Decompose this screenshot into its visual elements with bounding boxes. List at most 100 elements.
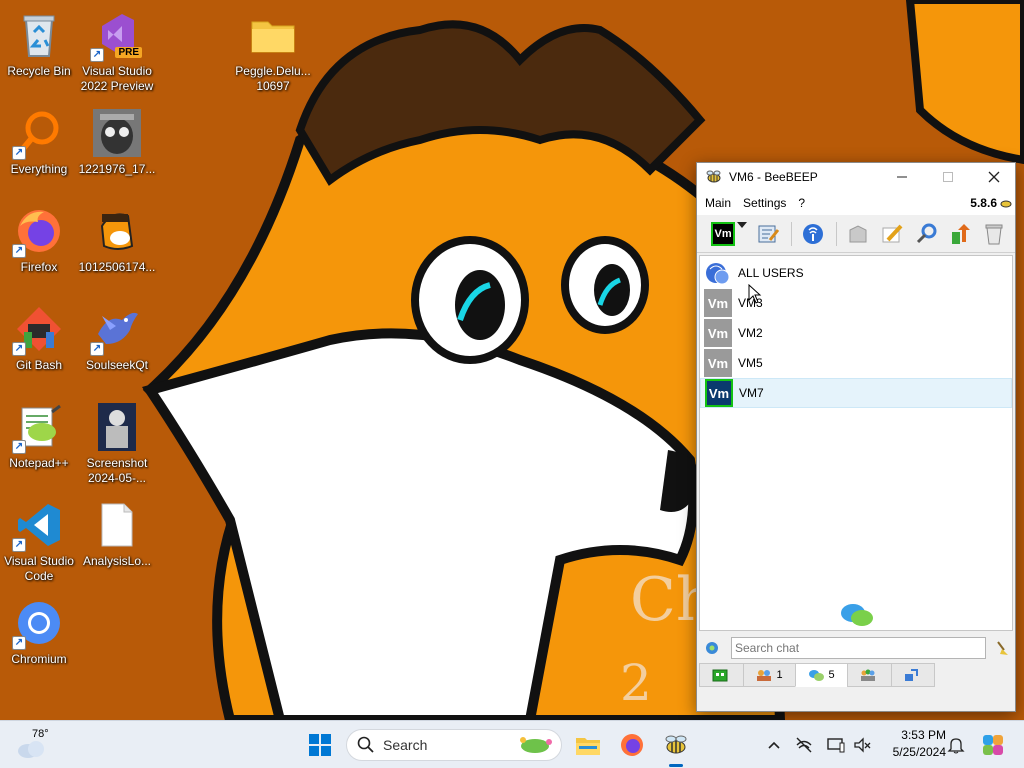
profile-edit-icon xyxy=(758,225,780,242)
desktop-icon-label: AnalysisLo... xyxy=(82,554,152,568)
desktop-icon-chromium[interactable]: ↗ Chromium xyxy=(0,592,78,686)
shortcut-arrow-icon: ↗ xyxy=(12,440,26,454)
window-titlebar[interactable]: VM6 - BeeBEEP xyxy=(697,163,1015,191)
search-chat-input[interactable] xyxy=(731,637,986,659)
toolbar: Vm xyxy=(697,215,1015,253)
everything-search-icon: ↗ xyxy=(12,108,64,160)
chat-box-button[interactable] xyxy=(845,220,871,248)
desktop-icon-label: Peggle.Delu... 10697 xyxy=(235,64,311,93)
bottom-tabs: 1 5 xyxy=(699,663,935,687)
maximize-button[interactable] xyxy=(925,163,971,191)
chromium-icon: ↗ xyxy=(12,598,64,650)
trash-button[interactable] xyxy=(981,220,1007,248)
desktop-icon-label: Recycle Bin xyxy=(7,64,71,78)
chevron-up-icon[interactable] xyxy=(764,735,784,755)
copilot-icon[interactable] xyxy=(980,732,1006,758)
system-clock[interactable]: 3:53 PM 5/25/2024 xyxy=(880,727,946,761)
desktop-icon-label: 1012506174... xyxy=(78,260,156,274)
share-button[interactable] xyxy=(947,220,973,248)
desktop-icon-label: SoulseekQt xyxy=(85,358,149,372)
taskbar-beebeep[interactable] xyxy=(660,729,692,767)
user-row[interactable]: Vm VM3 xyxy=(700,288,1012,318)
user-name: VM7 xyxy=(739,386,764,400)
menu-main[interactable]: Main xyxy=(705,196,731,210)
toolbar-separator xyxy=(836,221,837,246)
file-explorer-icon xyxy=(576,738,600,755)
network-button[interactable] xyxy=(800,220,826,248)
user-row-selected[interactable]: Vm VM7 xyxy=(700,378,1012,408)
user-name: VM5 xyxy=(738,356,763,370)
minimize-button[interactable] xyxy=(879,163,925,191)
menu-bar: Main Settings ? 5.8.6 xyxy=(697,191,1015,215)
desktop-icon-peggle-folder[interactable]: Peggle.Delu... 10697 xyxy=(234,4,312,98)
desktop-icon-image-1221976[interactable]: 1221976_17... xyxy=(78,102,156,196)
user-name: VM2 xyxy=(738,326,763,340)
desktop-icon-label: Notepad++ xyxy=(9,456,69,470)
desktop-icon-notepad-plus-plus[interactable]: ↗ Notepad++ xyxy=(0,396,78,490)
user-row-all-users[interactable]: ALL USERS xyxy=(700,258,1012,288)
profile-edit-button[interactable] xyxy=(755,220,781,248)
image-thumbnail-icon xyxy=(92,206,142,256)
shortcut-arrow-icon: ↗ xyxy=(12,342,26,356)
user-list[interactable]: ALL USERS Vm VM3 Vm VM2 Vm VM5 Vm VM7 xyxy=(699,255,1013,631)
visual-studio-icon: PRE ↗ xyxy=(90,10,142,62)
shortcut-arrow-icon: ↗ xyxy=(12,538,26,552)
edit-button[interactable] xyxy=(879,220,905,248)
desktop-icon-label: 1221976_17... xyxy=(78,162,156,176)
weather-temperature: 78° xyxy=(32,728,49,740)
user-avatar: Vm xyxy=(704,349,732,377)
tab-users[interactable]: 1 xyxy=(743,663,795,687)
desktop-icon-firefox[interactable]: ↗ Firefox xyxy=(0,200,78,294)
user-row[interactable]: Vm VM5 xyxy=(700,348,1012,378)
taskbar-file-explorer[interactable] xyxy=(572,729,604,761)
status-dropdown-button[interactable] xyxy=(737,220,749,248)
weather-widget[interactable]: 78° xyxy=(14,727,58,763)
tab-groups[interactable] xyxy=(847,663,891,687)
user-row[interactable]: Vm VM2 xyxy=(700,318,1012,348)
desktop-icon-everything[interactable]: ↗ Everything xyxy=(0,102,78,196)
beebeep-bee-icon xyxy=(706,170,721,183)
tab-chats[interactable]: 5 xyxy=(795,663,847,687)
shortcut-arrow-icon: ↗ xyxy=(12,146,26,160)
status-button[interactable]: Vm xyxy=(711,220,736,248)
beebeep-window[interactable]: VM6 - BeeBEEP Main Settings ? 5.8.6 Vm A… xyxy=(696,162,1016,712)
taskbar-search[interactable]: Search xyxy=(346,729,562,761)
pencil-icon xyxy=(882,224,903,242)
desktop-icon-git-bash[interactable]: ↗ Git Bash xyxy=(0,298,78,392)
desktop-icon-visual-studio-code[interactable]: ↗ Visual Studio Code xyxy=(0,494,78,588)
tab-count: 5 xyxy=(828,669,835,681)
menu-settings[interactable]: Settings xyxy=(743,196,786,210)
network-icon xyxy=(803,223,824,244)
clear-broom-icon[interactable] xyxy=(994,640,1010,656)
image-thumbnail-icon xyxy=(92,402,142,452)
tab-home[interactable] xyxy=(699,663,743,687)
network-offline-icon[interactable] xyxy=(794,735,814,755)
chevron-down-icon xyxy=(737,221,748,228)
start-button[interactable] xyxy=(304,729,336,761)
notification-bell-icon[interactable] xyxy=(946,735,966,755)
volume-muted-icon[interactable] xyxy=(852,735,872,755)
menu-help[interactable]: ? xyxy=(798,196,805,210)
desktop-icon-screenshot[interactable]: Screenshot 2024-05-... xyxy=(78,396,156,490)
display-icon[interactable] xyxy=(826,735,846,755)
users-icon xyxy=(757,670,772,681)
desktop-icon-soulseekqt[interactable]: ↗ SoulseekQt xyxy=(78,298,156,392)
desktop-icon-image-1012506174[interactable]: 1012506174... xyxy=(78,200,156,294)
notepad-plus-plus-icon: ↗ xyxy=(12,402,64,454)
settings-gear-icon[interactable] xyxy=(703,639,721,657)
image-thumbnail-icon xyxy=(92,108,142,158)
taskbar-firefox[interactable] xyxy=(616,729,648,761)
search-icon xyxy=(357,736,374,753)
desktop-icon-label: Visual Studio 2022 Preview xyxy=(80,64,154,93)
desktop-icon-visual-studio-2022-preview[interactable]: PRE ↗ Visual Studio 2022 Preview xyxy=(78,4,156,98)
toolbar-separator xyxy=(791,221,793,246)
shortcut-arrow-icon: ↗ xyxy=(12,636,26,650)
close-button[interactable] xyxy=(971,163,1017,191)
tools-button[interactable] xyxy=(913,220,939,248)
desktop-icon-label: Visual Studio Code xyxy=(4,554,74,583)
maximize-icon xyxy=(943,172,953,182)
desktop-icon-recycle-bin[interactable]: Recycle Bin xyxy=(0,4,78,98)
desktop-icon-analysis-log[interactable]: AnalysisLo... xyxy=(78,494,156,588)
tab-share[interactable] xyxy=(891,663,935,687)
groups-icon xyxy=(860,669,875,681)
